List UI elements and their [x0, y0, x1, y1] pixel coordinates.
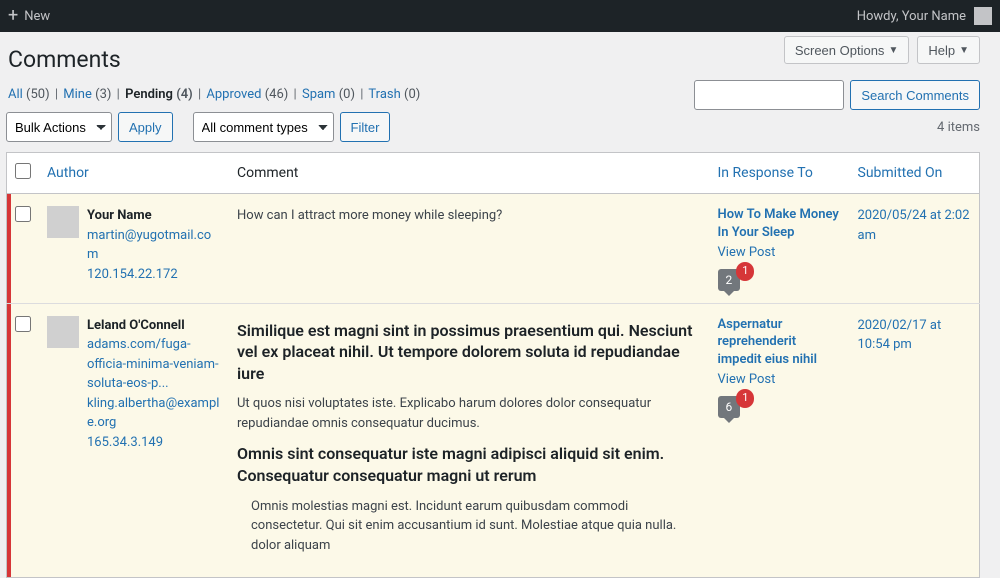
response-post-link[interactable]: Aspernatur reprehenderit impedit eius ni…: [718, 316, 842, 369]
admin-bar-new[interactable]: + New: [8, 7, 50, 25]
author-name: Your Name: [87, 208, 152, 223]
avatar-icon: [47, 206, 79, 238]
author-email[interactable]: martin@yugotmail.com: [87, 228, 211, 263]
help-button[interactable]: Help▼: [917, 36, 980, 64]
pending-badge: 1: [736, 389, 754, 408]
bulk-actions-select[interactable]: Bulk Actions: [6, 112, 112, 142]
avatar-icon: [47, 316, 79, 348]
screen-options-button[interactable]: Screen Options▼: [784, 36, 910, 64]
row-checkbox[interactable]: [15, 316, 31, 332]
chevron-down-icon: ▼: [959, 45, 969, 56]
author-ip[interactable]: 165.34.3.149: [87, 435, 163, 450]
author-email[interactable]: kling.albertha@example.org: [87, 396, 219, 431]
items-count: 4 items: [937, 120, 980, 135]
author-ip[interactable]: 120.154.22.172: [87, 267, 178, 282]
col-date[interactable]: Submitted On: [858, 165, 943, 181]
view-post-link[interactable]: View Post: [718, 372, 776, 387]
pending-badge: 1: [736, 262, 754, 281]
submitted-date[interactable]: 2020/05/24 at 2:02 am: [858, 208, 970, 243]
view-post-link[interactable]: View Post: [718, 245, 776, 260]
howdy-text: Howdy, Your Name: [857, 9, 966, 24]
comment-blockquote: Omnis molestias magni est. Incidunt earu…: [251, 497, 702, 556]
admin-bar: + New Howdy, Your Name: [0, 0, 1000, 32]
apply-button[interactable]: Apply: [118, 112, 173, 142]
filter-mine[interactable]: Mine (3): [63, 87, 111, 102]
plus-icon: +: [8, 7, 18, 25]
search-input[interactable]: [694, 80, 844, 110]
filter-button[interactable]: Filter: [340, 112, 391, 142]
col-comment: Comment: [229, 153, 710, 194]
admin-bar-account[interactable]: Howdy, Your Name: [857, 7, 992, 25]
row-checkbox[interactable]: [15, 206, 31, 222]
filter-pending[interactable]: Pending (4): [125, 87, 193, 102]
table-row: Your Name martin@yugotmail.com 120.154.2…: [7, 194, 980, 304]
comment-text: Ut quos nisi voluptates iste. Explicabo …: [237, 394, 702, 433]
submitted-date[interactable]: 2020/02/17 at 10:54 pm: [858, 318, 942, 353]
comment-heading: Similique est magni sint in possimus pra…: [237, 320, 702, 385]
filter-all[interactable]: All (50): [8, 87, 50, 102]
comments-table: Author Comment In Response To Submitted …: [6, 152, 980, 578]
table-row: Leland O'Connell adams.com/fuga-officia-…: [7, 303, 980, 577]
author-name: Leland O'Connell: [87, 318, 185, 333]
comment-heading: Omnis sint consequatur iste magni adipis…: [237, 443, 702, 486]
select-all-checkbox[interactable]: [15, 163, 31, 179]
chevron-down-icon: ▼: [888, 45, 898, 56]
new-label: New: [24, 9, 50, 24]
filter-trash[interactable]: Trash (0): [368, 87, 420, 102]
comment-text: How can I attract more money while sleep…: [237, 206, 702, 226]
filter-approved[interactable]: Approved (46): [206, 87, 288, 102]
author-url[interactable]: adams.com/fuga-officia-minima-veniam-sol…: [87, 337, 219, 391]
avatar-icon: [974, 7, 992, 25]
col-response[interactable]: In Response To: [718, 165, 813, 181]
search-comments-button[interactable]: Search Comments: [850, 80, 980, 110]
col-author[interactable]: Author: [47, 165, 89, 181]
filter-spam[interactable]: Spam (0): [302, 87, 355, 102]
comment-type-select[interactable]: All comment types: [193, 112, 334, 142]
response-post-link[interactable]: How To Make Money In Your Sleep: [718, 206, 842, 241]
